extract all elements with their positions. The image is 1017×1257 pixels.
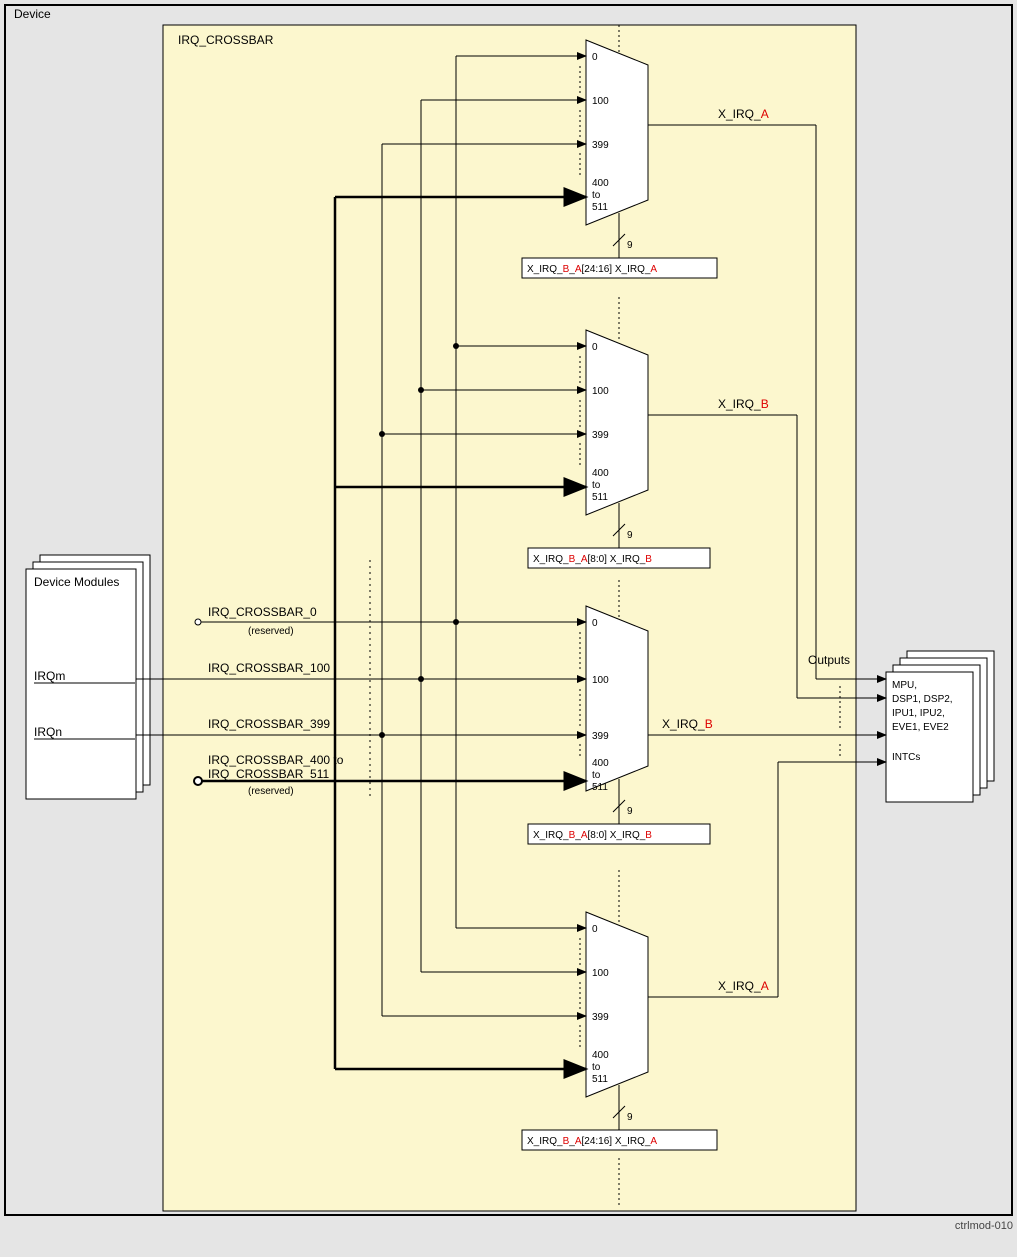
svg-text:X_IRQ_B: X_IRQ_B [662,717,713,731]
intcs-stack: MPU, DSP1, DSP2, IPU1, IPU2, EVE1, EVE2 … [886,651,994,802]
svg-text:X_IRQ_B_A[8:0] X_IRQ_B: X_IRQ_B_A[8:0] X_IRQ_B [533,554,652,565]
svg-text:0: 0 [592,924,598,935]
svg-text:399: 399 [592,1012,609,1023]
svg-text:0: 0 [592,618,598,629]
svg-text:9: 9 [627,240,633,251]
svg-text:Device Modules: Device Modules [34,575,119,589]
svg-text:EVE1, EVE2: EVE1, EVE2 [892,722,949,733]
svg-text:400: 400 [592,758,609,769]
device-modules-stack: Device Modules IRQm IRQn [26,555,150,799]
svg-text:IRQm: IRQm [34,669,65,683]
svg-text:(reserved): (reserved) [248,626,294,637]
svg-text:IRQ_CROSSBAR_511: IRQ_CROSSBAR_511 [208,767,329,781]
svg-text:100: 100 [592,675,609,686]
svg-text:MPU,: MPU, [892,680,917,691]
figure-id: ctrlmod-010 [955,1220,1013,1232]
svg-text:IRQ_CROSSBAR_0: IRQ_CROSSBAR_0 [208,605,317,619]
svg-text:to: to [592,480,601,491]
svg-text:100: 100 [592,386,609,397]
svg-text:400: 400 [592,468,609,479]
svg-text:X_IRQ_A: X_IRQ_A [718,107,769,121]
svg-text:511: 511 [592,202,608,213]
svg-text:INTCs: INTCs [892,752,920,763]
svg-text:to: to [592,190,601,201]
svg-text:400: 400 [592,1050,609,1061]
svg-text:IRQ_CROSSBAR_100: IRQ_CROSSBAR_100 [208,661,330,675]
svg-text:X_IRQ_B_A[8:0] X_IRQ_B: X_IRQ_B_A[8:0] X_IRQ_B [533,830,652,841]
device-label: Device [14,7,51,21]
svg-text:to: to [592,770,601,781]
svg-text:9: 9 [627,1112,633,1123]
svg-text:9: 9 [627,530,633,541]
svg-text:100: 100 [592,96,609,107]
crossbar-label: IRQ_CROSSBAR [178,33,274,47]
svg-text:511: 511 [592,1074,608,1085]
svg-text:DSP1, DSP2,: DSP1, DSP2, [892,694,953,705]
svg-text:511: 511 [592,492,608,503]
svg-text:X_IRQ_B_A[24:16] X_IRQ_A: X_IRQ_B_A[24:16] X_IRQ_A [527,1136,657,1147]
svg-text:399: 399 [592,140,609,151]
svg-text:X_IRQ_A: X_IRQ_A [718,979,769,993]
svg-text:400: 400 [592,178,609,189]
svg-text:399: 399 [592,430,609,441]
svg-text:IRQ_CROSSBAR_400 to: IRQ_CROSSBAR_400 to [208,753,344,767]
svg-text:511: 511 [592,782,608,793]
svg-text:IRQ_CROSSBAR_399: IRQ_CROSSBAR_399 [208,717,330,731]
svg-text:399: 399 [592,731,609,742]
svg-text:X_IRQ_B_A[24:16] X_IRQ_A: X_IRQ_B_A[24:16] X_IRQ_A [527,264,657,275]
svg-text:to: to [592,1062,601,1073]
svg-text:100: 100 [592,968,609,979]
svg-text:Outputs: Outputs [808,653,850,667]
svg-text:0: 0 [592,52,598,63]
svg-text:IPU1, IPU2,: IPU1, IPU2, [892,708,945,719]
svg-text:0: 0 [592,342,598,353]
svg-text:X_IRQ_B: X_IRQ_B [718,397,769,411]
svg-text:IRQn: IRQn [34,725,62,739]
svg-text:(reserved): (reserved) [248,786,294,797]
svg-text:9: 9 [627,806,633,817]
